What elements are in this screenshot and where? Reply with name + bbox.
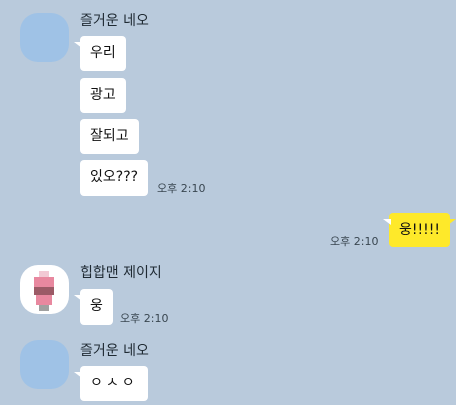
sender-name: 즐거운 네오 (80, 343, 149, 359)
message-time: 오후 2:10 (120, 312, 169, 325)
message-bubble[interactable]: ㅇㅅㅇ (74, 366, 148, 401)
message-bubble[interactable]: 웅 (74, 289, 113, 325)
sender-name: 힙합맨 제이지 (80, 265, 162, 281)
my-message-bubble[interactable]: 웅!!!!! (383, 213, 456, 247)
message-bubble[interactable]: 잘되고 (80, 119, 139, 154)
message-time: 오후 2:10 (157, 182, 206, 195)
sender-name: 즐거운 네오 (80, 13, 149, 29)
message-time: 오후 2:10 (330, 235, 379, 248)
message-bubble[interactable]: 우리 (74, 36, 126, 71)
message-bubble[interactable]: 광고 (80, 78, 126, 113)
avatar-neo[interactable] (20, 13, 69, 62)
message-bubble[interactable]: 있오??? (80, 160, 149, 196)
avatar-jayz[interactable] (20, 265, 69, 314)
avatar-neo[interactable] (20, 340, 69, 389)
avatar-pixel-figure (34, 271, 54, 311)
